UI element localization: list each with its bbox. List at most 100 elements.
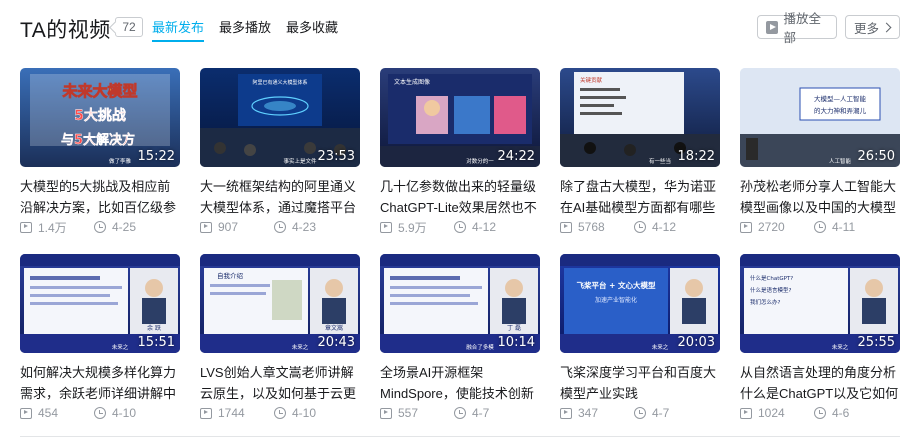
clock-icon bbox=[274, 221, 286, 233]
publish-date: 4-6 bbox=[832, 406, 850, 420]
video-meta: 454 4-10 bbox=[20, 405, 180, 421]
play-count-icon bbox=[200, 407, 212, 419]
video-title[interactable]: 孙茂松老师分享人工智能大模型画像以及中国的大模型应该 bbox=[740, 176, 902, 218]
video-thumbnail[interactable]: 余 跃 未来之 15:51 bbox=[20, 254, 180, 353]
video-thumbnail[interactable]: 大模型—人工智能 的大力神和弄潮儿 人工智能 26:50 bbox=[740, 68, 900, 167]
video-meta: 557 4-7 bbox=[380, 405, 540, 421]
video-duration: 20:43 bbox=[317, 335, 355, 350]
video-duration: 15:51 bbox=[137, 335, 175, 350]
video-thumbnail[interactable]: 未来大模型 5大挑战 与5大解决方 做了李雅 15:22 bbox=[20, 68, 180, 167]
publish-date: 4-25 bbox=[112, 220, 137, 234]
thumb-caption: 事实上是文件 bbox=[283, 157, 317, 165]
thumb-caption: 未来之 bbox=[292, 343, 309, 351]
video-duration: 24:22 bbox=[497, 149, 535, 164]
video-duration: 20:03 bbox=[677, 335, 715, 350]
play-all-button[interactable]: 播放全部 bbox=[757, 12, 837, 45]
clock-icon bbox=[814, 407, 826, 419]
video-title[interactable]: 大一统框架结构的阿里通义大模型体系，通过魔搭平台支持 bbox=[200, 176, 362, 218]
video-title[interactable]: 几十亿参数做出来的轻量级ChatGPT-Lite效果居然也不 bbox=[380, 176, 542, 218]
clock-icon bbox=[274, 407, 286, 419]
video-title[interactable]: 全场景AI开源框架MindSpore，使能技术创新与 bbox=[380, 362, 542, 404]
video-title[interactable]: LVS创始人章文嵩老师讲解云原生，以及如何基于云更好的 bbox=[200, 362, 362, 404]
clock-icon bbox=[634, 407, 646, 419]
view-count: 347 bbox=[578, 406, 599, 420]
video-title[interactable]: 飞桨深度学习平台和百度大模型产业实践 bbox=[560, 362, 722, 404]
play-count-icon bbox=[380, 221, 392, 233]
divider bbox=[20, 436, 900, 437]
play-count-icon bbox=[560, 407, 572, 419]
view-count: 1.4万 bbox=[38, 220, 67, 235]
video-meta: 1744 4-10 bbox=[200, 405, 360, 421]
thumb-caption: 有一些当 bbox=[649, 157, 671, 165]
thumb-text: 余 跃 bbox=[147, 324, 161, 332]
play-count-icon bbox=[20, 221, 32, 233]
publish-date: 4-10 bbox=[292, 406, 317, 420]
thumb-text: 与5大解决方 bbox=[61, 132, 135, 148]
thumb-text: 文本生成图像 bbox=[394, 78, 430, 86]
publish-date: 4-7 bbox=[472, 406, 490, 420]
play-count-icon bbox=[200, 221, 212, 233]
video-title[interactable]: 大模型的5大挑战及相应前沿解决方案，比如百亿级参数大 bbox=[20, 176, 182, 218]
chevron-right-icon bbox=[881, 22, 892, 32]
sort-tabs: 最新发布 最多播放 最多收藏 bbox=[152, 17, 338, 42]
tab-latest[interactable]: 最新发布 bbox=[152, 17, 205, 42]
publish-date: 4-11 bbox=[832, 220, 856, 234]
view-count: 907 bbox=[218, 220, 239, 234]
view-count: 557 bbox=[398, 406, 419, 420]
video-meta: 907 4-23 bbox=[200, 219, 360, 235]
thumb-caption: 对数分的一 bbox=[466, 157, 494, 165]
play-count-icon bbox=[20, 407, 32, 419]
thumb-text: 飞桨平台 + 文心大模型 bbox=[576, 280, 656, 290]
play-count-icon bbox=[740, 221, 752, 233]
more-label: 更多 bbox=[854, 21, 880, 36]
thumb-caption: 未来之 bbox=[652, 343, 669, 351]
clock-icon bbox=[814, 221, 826, 233]
video-meta: 347 4-7 bbox=[560, 405, 720, 421]
clock-icon bbox=[454, 407, 466, 419]
thumb-caption: 未来之 bbox=[832, 343, 849, 351]
play-count-icon bbox=[560, 221, 572, 233]
publish-date: 4-10 bbox=[112, 406, 137, 420]
more-button[interactable]: 更多 bbox=[845, 15, 900, 39]
clock-icon bbox=[634, 221, 646, 233]
thumb-text: 章文嵩 bbox=[325, 324, 343, 332]
thumb-text: 加速产业智能化 bbox=[595, 296, 637, 304]
clock-icon bbox=[94, 221, 106, 233]
clock-icon bbox=[94, 407, 106, 419]
video-meta: 2720 4-11 bbox=[740, 219, 900, 235]
view-count: 5.9万 bbox=[398, 220, 427, 235]
video-thumbnail[interactable]: 丁 磊 融合了多模 10:14 bbox=[380, 254, 540, 353]
video-title[interactable]: 除了盘古大模型，华为诺亚在AI基础模型方面都有哪些研究 bbox=[560, 176, 722, 218]
thumb-caption: 做了李雅 bbox=[109, 157, 132, 165]
video-thumbnail[interactable]: 自我介绍 章文嵩 未来之 20:43 bbox=[200, 254, 360, 353]
video-title[interactable]: 如何解决大规模多样化算力需求，余跃老师详细讲解中国算 bbox=[20, 362, 182, 404]
thumb-text: 什么是语言模型? bbox=[750, 286, 792, 294]
tab-most-favorited[interactable]: 最多收藏 bbox=[286, 17, 338, 42]
play-icon bbox=[766, 20, 778, 34]
view-count: 1744 bbox=[218, 406, 245, 420]
video-thumbnail[interactable]: 什么是ChatGPT? 什么是语言模型? 我们怎么办? 未来之 25:55 bbox=[740, 254, 900, 353]
thumb-text: 丁 磊 bbox=[507, 325, 521, 332]
thumb-text: 什么是ChatGPT? bbox=[750, 274, 793, 282]
play-count-icon bbox=[380, 407, 392, 419]
tab-most-played[interactable]: 最多播放 bbox=[219, 17, 271, 42]
section-title: TA的视频 bbox=[20, 19, 111, 42]
video-thumbnail[interactable]: 阿里已有通义大模型体系 事实上是文件 23:53 bbox=[200, 68, 360, 167]
video-meta: 5.9万 4-12 bbox=[380, 219, 540, 235]
video-duration: 23:53 bbox=[317, 149, 355, 164]
thumb-text: 阿里已有通义大模型体系 bbox=[252, 79, 307, 86]
video-thumbnail[interactable]: 文本生成图像 对数分的一 24:22 bbox=[380, 68, 540, 167]
publish-date: 4-12 bbox=[652, 220, 677, 234]
view-count: 2720 bbox=[758, 220, 785, 234]
video-title[interactable]: 从自然语言处理的角度分析什么是ChatGPT以及它如何工 bbox=[740, 362, 902, 404]
video-thumbnail[interactable]: 飞桨平台 + 文心大模型 加速产业智能化未来之 20:03 bbox=[560, 254, 720, 353]
video-meta: 5768 4-12 bbox=[560, 219, 720, 235]
video-thumbnail[interactable]: 关键贡献 有一些当 18:22 bbox=[560, 68, 720, 167]
publish-date: 4-23 bbox=[292, 220, 317, 234]
thumb-text: 自我介绍 bbox=[217, 271, 244, 280]
video-meta: 1024 4-6 bbox=[740, 405, 900, 421]
video-duration: 10:14 bbox=[497, 335, 535, 350]
publish-date: 4-7 bbox=[652, 406, 670, 420]
thumb-text: 关键贡献 bbox=[580, 76, 603, 84]
video-count-badge: 72 bbox=[115, 17, 143, 37]
